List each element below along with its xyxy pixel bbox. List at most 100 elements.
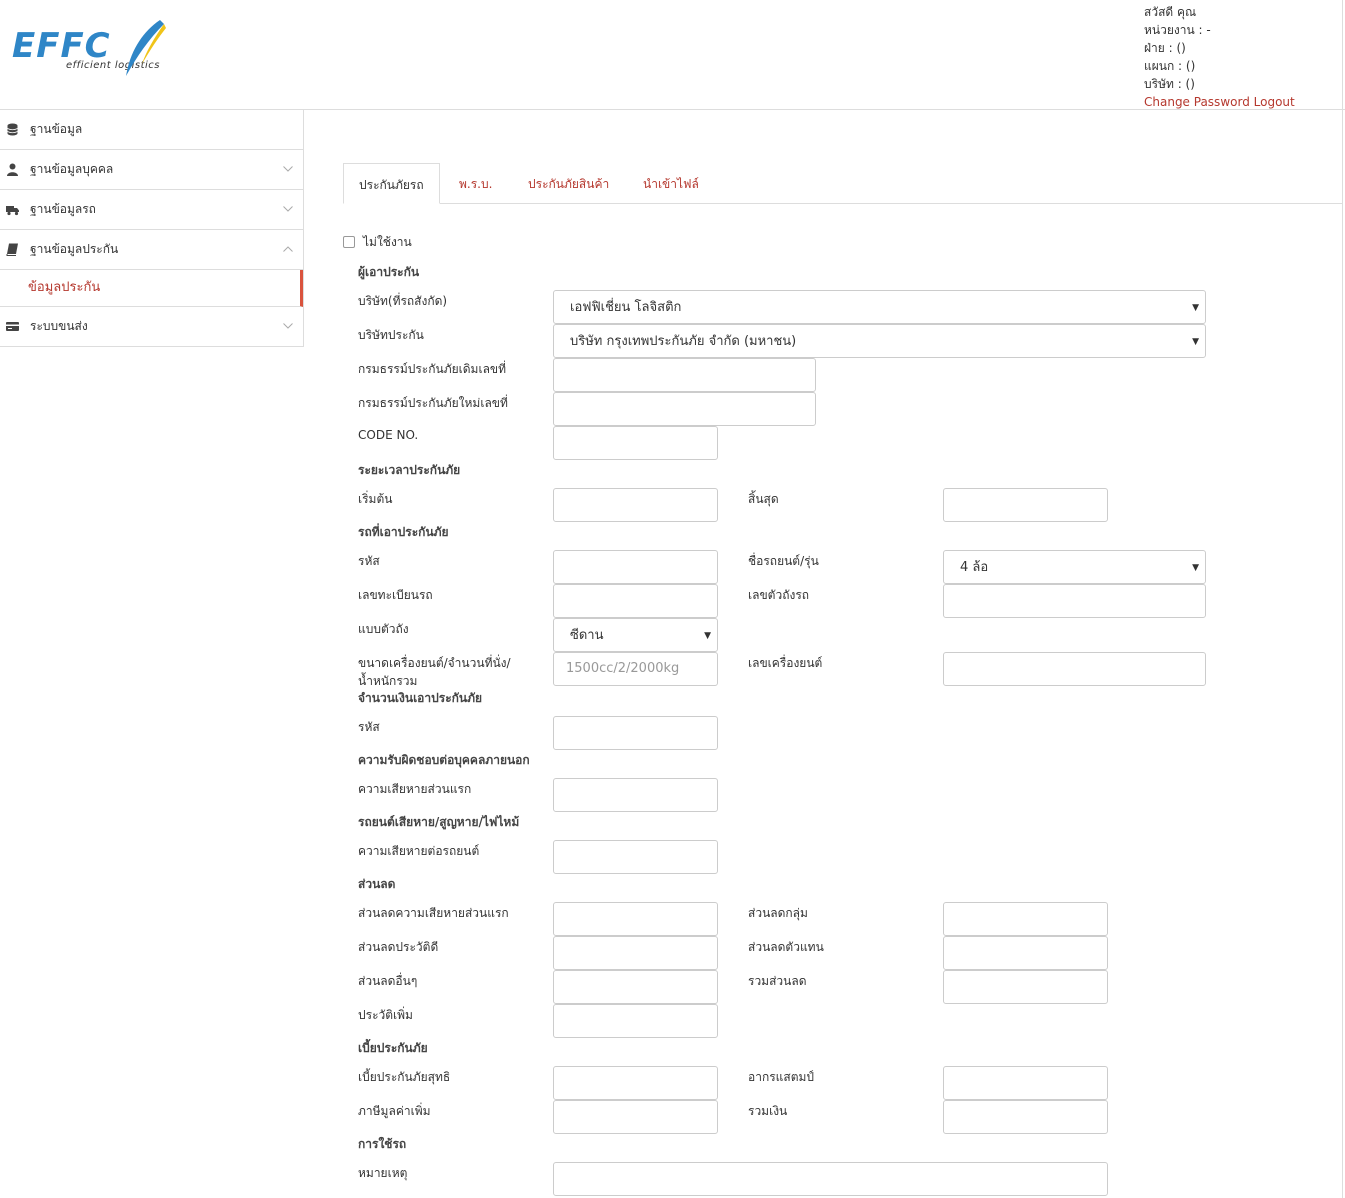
sidebar-item-label: ระบบขนส่ง — [30, 319, 88, 333]
disc-other-input[interactable] — [553, 970, 718, 1004]
history-add-input[interactable] — [553, 1004, 718, 1038]
header: EFFC efficient logistics สวัสดี คุณ หน่ว… — [0, 0, 1345, 110]
dropdown-arrow-icon: ▼ — [1192, 303, 1199, 313]
sidebar-item-label: ฐานข้อมูล — [30, 122, 83, 136]
company-select[interactable]: เอฟฟิเชี่ยน โลจิสติก ▼ — [553, 290, 1206, 324]
greeting: สวัสดี คุณ — [1144, 5, 1197, 19]
truck-icon — [6, 206, 19, 216]
tab-import-file[interactable]: นำเข้าไฟล์ — [643, 163, 699, 204]
chassis-label: เลขตัวถังรถ — [748, 588, 810, 602]
stamp-duty-input[interactable] — [943, 1066, 1108, 1100]
disc-agent-label: ส่วนลดตัวแทน — [748, 940, 824, 954]
disc-total-input[interactable] — [943, 970, 1108, 1004]
effc-logo[interactable]: EFFC efficient logistics — [12, 18, 192, 84]
code-no-input[interactable] — [553, 426, 718, 460]
section-discount: ส่วนลด — [358, 877, 396, 891]
section-sum-insured: จำนวนเงินเอาประกันภัย — [358, 691, 483, 705]
body-type-select[interactable]: ซีดาน ▼ — [553, 618, 718, 652]
disc-first-damage-input[interactable] — [553, 902, 718, 936]
change-password-link[interactable]: Change Password — [1144, 95, 1250, 109]
tab-cargo-insurance[interactable]: ประกันภัยสินค้า — [528, 163, 609, 204]
insurer-label: บริษัทประกัน — [358, 328, 424, 342]
logout-link[interactable]: Logout — [1254, 95, 1295, 109]
tab-vehicle-insurance[interactable]: ประกันภัยรถ — [343, 163, 440, 204]
sidebar-item-label: ฐานข้อมูลรถ — [30, 202, 96, 216]
card-icon — [6, 322, 19, 331]
total-input[interactable] — [943, 1100, 1108, 1134]
section-third-party: ความรับผิดชอบต่อบุคคลภายนอก — [358, 753, 530, 767]
disc-other-label: ส่วนลดอื่นๆ — [358, 974, 418, 988]
sidebar: ฐานข้อมูล ฐานข้อมูลบุคคล ฐานข้อมูลรถ ฐาน… — [0, 110, 304, 347]
sidebar-item-person[interactable]: ฐานข้อมูลบุคคล — [0, 150, 303, 190]
disc-first-damage-label: ส่วนลดความเสียหายส่วนแรก — [358, 906, 509, 920]
logo-swoosh-icon — [126, 20, 166, 76]
damage-per-car-input[interactable] — [553, 840, 718, 874]
body-type-label: แบบตัวถัง — [358, 622, 409, 636]
sum-code-label: รหัส — [358, 720, 380, 734]
user-department: ฝ่าย : () — [1144, 41, 1186, 55]
sidebar-item-label: ฐานข้อมูลบุคคล — [30, 162, 114, 176]
dropdown-arrow-icon: ▼ — [704, 631, 711, 641]
stamp-duty-label: อากรแสตมป์ — [748, 1070, 815, 1084]
tab-compulsory-act[interactable]: พ.ร.บ. — [459, 163, 492, 204]
plate-input[interactable] — [553, 584, 718, 618]
section-premium: เบี้ยประกันภัย — [358, 1041, 428, 1055]
old-policy-input[interactable] — [553, 358, 816, 392]
old-policy-label: กรมธรรม์ประกันภัยเดิมเลขที่ — [358, 362, 507, 376]
user-icon — [7, 163, 18, 176]
user-unit: หน่วยงาน : - — [1144, 23, 1211, 37]
start-date-input[interactable] — [553, 488, 718, 522]
inactive-checkbox[interactable] — [343, 236, 355, 248]
section-damage: รถยนต์เสียหาย/สูญหาย/ไฟไหม้ — [358, 815, 520, 829]
disc-group-input[interactable] — [943, 902, 1108, 936]
user-section: แผนก : () — [1144, 59, 1196, 73]
sum-code-input[interactable] — [553, 716, 718, 750]
user-company: บริษัท : () — [1144, 77, 1195, 91]
vat-input[interactable] — [553, 1100, 718, 1134]
sidebar-item-label: ฐานข้อมูลประกัน — [30, 242, 119, 256]
sidebar-subitem-insurance-data[interactable]: ข้อมูลประกัน — [0, 270, 303, 307]
dropdown-arrow-icon: ▼ — [1192, 337, 1199, 347]
car-model-label: ชื่อรถยนต์/รุ่น — [748, 554, 819, 568]
insurer-select[interactable]: บริษัท กรุงเทพประกันภัย จำกัด (มหาชน) ▼ — [553, 324, 1206, 358]
engine-no-input[interactable] — [943, 652, 1206, 686]
dropdown-arrow-icon: ▼ — [1192, 563, 1199, 573]
disc-agent-input[interactable] — [943, 936, 1108, 970]
remark-label: หมายเหตุ — [358, 1166, 408, 1180]
start-date-label: เริ่มต้น — [358, 492, 393, 506]
first-damage-input[interactable] — [553, 778, 718, 812]
body-type-value: ซีดาน — [570, 628, 604, 643]
end-date-input[interactable] — [943, 488, 1108, 522]
company-label: บริษัท(ที่รถสังกัด) — [358, 294, 448, 308]
vehicle-code-label: รหัส — [358, 554, 380, 568]
chevron-down-icon — [283, 323, 293, 329]
section-usage: การใช้รถ — [358, 1137, 407, 1151]
engine-size-input[interactable]: 1500cc/2/2000kg — [553, 652, 718, 686]
code-no-label: CODE NO. — [358, 428, 419, 442]
disc-total-label: รวมส่วนลด — [748, 974, 807, 988]
vehicle-code-input[interactable] — [553, 550, 718, 584]
user-info: สวัสดี คุณ หน่วยงาน : - ฝ่าย : () แผนก :… — [1144, 3, 1295, 111]
book-icon — [6, 243, 18, 256]
sidebar-item-vehicle[interactable]: ฐานข้อมูลรถ — [0, 190, 303, 230]
engine-no-label: เลขเครื่องยนต์ — [748, 656, 823, 670]
company-value: เอฟฟิเชี่ยน โลจิสติก — [570, 300, 682, 315]
end-date-label: สิ้นสุด — [748, 492, 779, 506]
new-policy-input[interactable] — [553, 392, 816, 426]
chevron-up-icon — [283, 246, 293, 252]
remark-input[interactable] — [553, 1162, 1108, 1196]
car-model-select[interactable]: 4 ล้อ ▼ — [943, 550, 1206, 584]
chevron-down-icon — [283, 206, 293, 212]
net-premium-input[interactable] — [553, 1066, 718, 1100]
damage-per-car-label: ความเสียหายต่อรถยนต์ — [358, 844, 480, 858]
chevron-down-icon — [283, 166, 293, 172]
sidebar-item-transport[interactable]: ระบบขนส่ง — [0, 307, 303, 347]
disc-history-input[interactable] — [553, 936, 718, 970]
plate-label: เลขทะเบียนรถ — [358, 588, 433, 602]
engine-size-placeholder: 1500cc/2/2000kg — [566, 661, 680, 676]
history-add-label: ประวัติเพิ่ม — [358, 1008, 413, 1022]
chassis-input[interactable] — [943, 584, 1206, 618]
sidebar-item-database[interactable]: ฐานข้อมูล — [0, 110, 303, 150]
section-insured: ผู้เอาประกัน — [358, 265, 420, 279]
sidebar-item-insurance[interactable]: ฐานข้อมูลประกัน — [0, 230, 303, 270]
